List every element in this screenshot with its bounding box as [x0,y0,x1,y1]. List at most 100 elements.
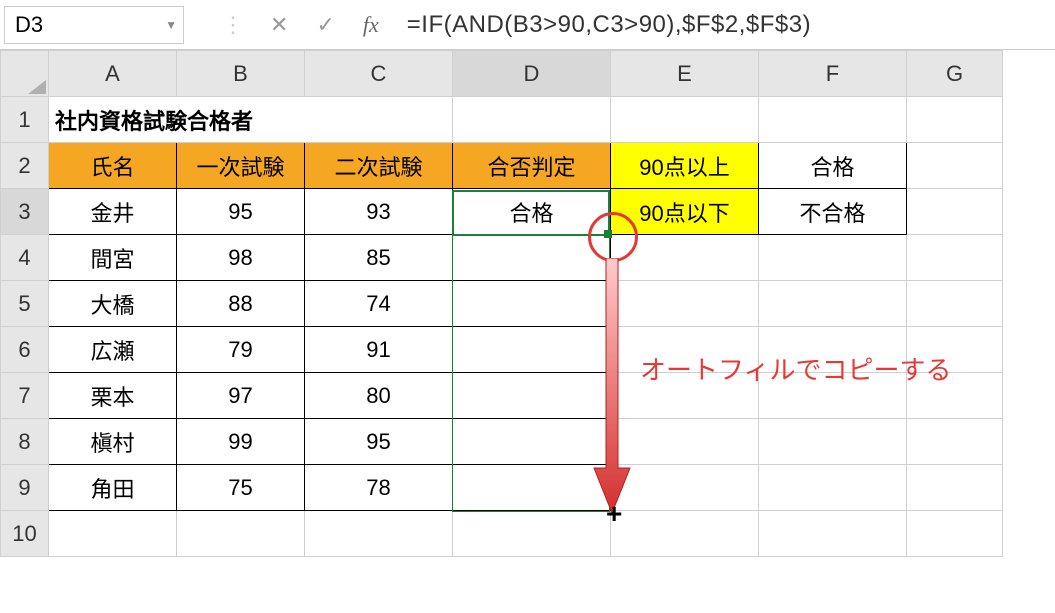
cell-F8[interactable] [759,419,907,465]
hdr-result[interactable]: 合否判定 [453,143,611,189]
cell-G6[interactable] [907,327,1003,373]
col-header-D[interactable]: D [453,51,611,97]
cell-D7[interactable] [453,373,611,419]
cell-D4[interactable] [453,235,611,281]
col-header-G[interactable]: G [907,51,1003,97]
cell-C10[interactable] [305,511,453,557]
expand-dots-icon[interactable]: ⋮ [222,12,242,38]
col-header-A[interactable]: A [49,51,177,97]
cell-B6[interactable]: 79 [177,327,305,373]
cell-G2[interactable] [907,143,1003,189]
fx-label[interactable]: fx [363,12,379,38]
cell-G5[interactable] [907,281,1003,327]
cell-F1[interactable] [759,97,907,143]
cell-B4[interactable]: 98 [177,235,305,281]
cell-G3[interactable] [907,189,1003,235]
row-header-2[interactable]: 2 [1,143,49,189]
hdr-name[interactable]: 氏名 [49,143,177,189]
legend-pass[interactable]: 合格 [759,143,907,189]
confirm-icon[interactable]: ✓ [316,12,334,38]
cell-A6[interactable]: 広瀬 [49,327,177,373]
name-box-value: D3 [15,12,43,38]
cell-G1[interactable] [907,97,1003,143]
cell-A4[interactable]: 間宮 [49,235,177,281]
cell-F9[interactable] [759,465,907,511]
cell-A7[interactable]: 栗本 [49,373,177,419]
row-header-10[interactable]: 10 [1,511,49,557]
cell-G7[interactable] [907,373,1003,419]
col-header-F[interactable]: F [759,51,907,97]
row-6: 6 広瀬 79 91 [1,327,1003,373]
cell-B8[interactable]: 99 [177,419,305,465]
formula-input[interactable]: =IF(AND(B3>90,C3>90),$F$2,$F$3) [407,11,811,39]
cell-F7[interactable] [759,373,907,419]
cell-F6[interactable] [759,327,907,373]
cell-E5[interactable] [611,281,759,327]
cell-E6[interactable] [611,327,759,373]
cancel-icon[interactable]: ✕ [270,12,288,38]
cell-E1[interactable] [611,97,759,143]
cell-D8[interactable] [453,419,611,465]
row-4: 4 間宮 98 85 [1,235,1003,281]
col-header-B[interactable]: B [177,51,305,97]
row-header-7[interactable]: 7 [1,373,49,419]
cell-A3[interactable]: 金井 [49,189,177,235]
cell-B7[interactable]: 97 [177,373,305,419]
cell-D9[interactable] [453,465,611,511]
legend-below-label[interactable]: 90点以下 [611,189,759,235]
cell-E4[interactable] [611,235,759,281]
grid-table[interactable]: A B C D E F G 1 社内資格試験合格者 2 氏名 一次試験 二次試験… [0,50,1003,557]
col-header-E[interactable]: E [611,51,759,97]
cell-A10[interactable] [49,511,177,557]
cell-C7[interactable]: 80 [305,373,453,419]
row-header-3[interactable]: 3 [1,189,49,235]
cell-G10[interactable] [907,511,1003,557]
cell-F10[interactable] [759,511,907,557]
cell-F4[interactable] [759,235,907,281]
cell-G8[interactable] [907,419,1003,465]
row-header-9[interactable]: 9 [1,465,49,511]
cell-F5[interactable] [759,281,907,327]
cell-D3[interactable]: 合格 [453,189,611,235]
cell-E8[interactable] [611,419,759,465]
cell-E7[interactable] [611,373,759,419]
cell-D10[interactable] [453,511,611,557]
col-header-C[interactable]: C [305,51,453,97]
cell-D1[interactable] [453,97,611,143]
legend-above-label[interactable]: 90点以上 [611,143,759,189]
row-header-8[interactable]: 8 [1,419,49,465]
cell-C8[interactable]: 95 [305,419,453,465]
name-box[interactable]: D3 ▼ [4,6,184,44]
cell-C3[interactable]: 93 [305,189,453,235]
row-header-1[interactable]: 1 [1,97,49,143]
cell-E10[interactable] [611,511,759,557]
cell-A5[interactable]: 大橋 [49,281,177,327]
cell-G4[interactable] [907,235,1003,281]
legend-fail[interactable]: 不合格 [759,189,907,235]
cell-B3[interactable]: 95 [177,189,305,235]
row-8: 8 槇村 99 95 [1,419,1003,465]
hdr-exam1[interactable]: 一次試験 [177,143,305,189]
row-header-6[interactable]: 6 [1,327,49,373]
row-header-5[interactable]: 5 [1,281,49,327]
cell-A8[interactable]: 槇村 [49,419,177,465]
cell-C4[interactable]: 85 [305,235,453,281]
cell-C6[interactable]: 91 [305,327,453,373]
cell-C9[interactable]: 78 [305,465,453,511]
select-all-corner[interactable] [1,51,49,97]
cell-G9[interactable] [907,465,1003,511]
name-box-dropdown-icon[interactable]: ▼ [165,18,177,32]
row-10: 10 [1,511,1003,557]
cell-B9[interactable]: 75 [177,465,305,511]
title-cell[interactable]: 社内資格試験合格者 [49,97,453,143]
cell-B5[interactable]: 88 [177,281,305,327]
spreadsheet-grid: A B C D E F G 1 社内資格試験合格者 2 氏名 一次試験 二次試験… [0,50,1055,557]
cell-C5[interactable]: 74 [305,281,453,327]
cell-A9[interactable]: 角田 [49,465,177,511]
cell-D6[interactable] [453,327,611,373]
cell-E9[interactable] [611,465,759,511]
row-header-4[interactable]: 4 [1,235,49,281]
cell-D5[interactable] [453,281,611,327]
hdr-exam2[interactable]: 二次試験 [305,143,453,189]
cell-B10[interactable] [177,511,305,557]
